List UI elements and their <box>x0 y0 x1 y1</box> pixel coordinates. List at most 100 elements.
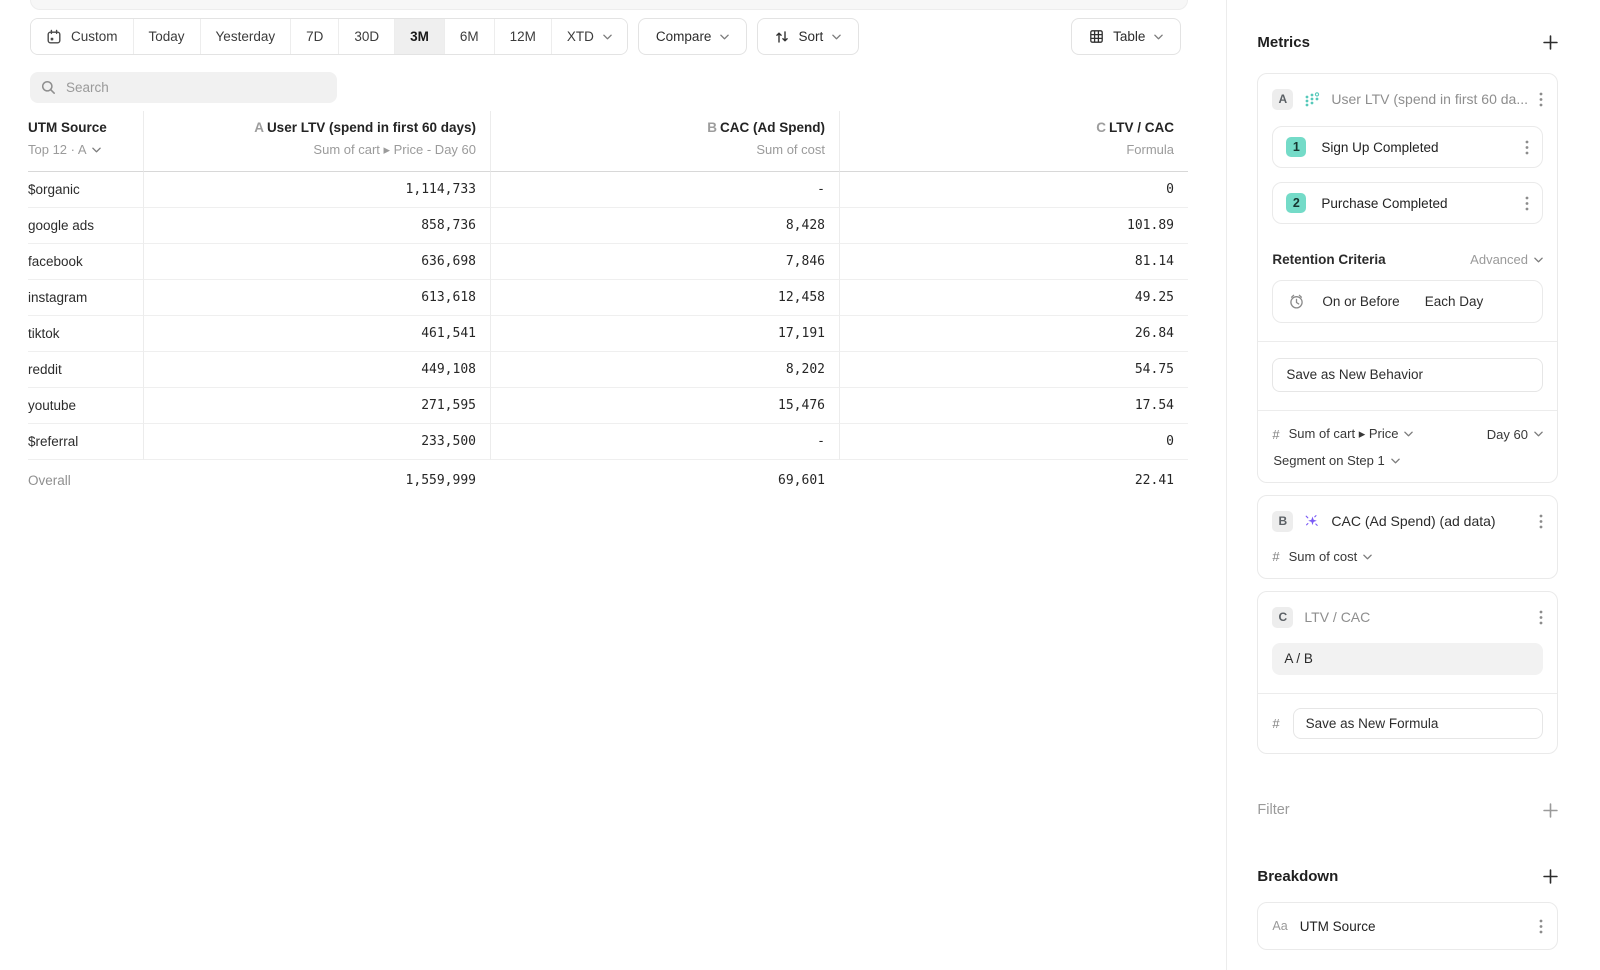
kebab-menu-icon[interactable] <box>1539 919 1543 934</box>
chevron-down-icon <box>603 34 612 40</box>
metric-letter-badge: C <box>1272 607 1293 628</box>
date-range-xtd[interactable]: XTD <box>552 19 627 54</box>
divider <box>1258 341 1557 342</box>
kebab-menu-icon[interactable] <box>1525 140 1529 155</box>
metric-b-header: B CAC (Ad Spend) (ad data) <box>1272 508 1543 534</box>
date-range-30d[interactable]: 30D <box>339 19 395 54</box>
calendar-icon <box>46 29 62 45</box>
date-range-12m[interactable]: 12M <box>495 19 552 54</box>
column-header-metric-c[interactable]: CLTV / CAC Formula <box>839 111 1188 172</box>
table-row[interactable]: $organic 1,114,733 - 0 <box>28 172 1188 208</box>
table-row[interactable]: tiktok 461,541 17,191 26.84 <box>28 316 1188 352</box>
filter-title: Filter <box>1257 802 1289 818</box>
metric-letter-badge: A <box>1272 89 1293 110</box>
query-builder-sidebar: Metrics A User LTV (spend in first 60 da… <box>1226 0 1600 970</box>
date-range-yesterday[interactable]: Yesterday <box>201 19 292 54</box>
formula-save-row: # Save as New Formula <box>1272 708 1543 739</box>
chart-card-bottom-edge <box>30 0 1188 10</box>
chevron-down-icon <box>1534 431 1543 437</box>
metric-c-header: C LTV / CAC <box>1272 604 1543 630</box>
search-icon <box>41 80 56 95</box>
chevron-down-icon <box>1363 554 1372 560</box>
metrics-title: Metrics <box>1257 34 1310 51</box>
main-panel: Custom Today Yesterday 7D 30D 3M 6M 12M … <box>0 0 1226 970</box>
segment-row: Segment on Step 1 <box>1272 453 1543 468</box>
metric-a-header: A User LTV (spend in first 60 da... <box>1272 86 1543 112</box>
kebab-menu-icon[interactable] <box>1539 514 1543 529</box>
measure-property-dropdown[interactable]: Sum of cart ▸ Price <box>1289 426 1414 442</box>
column-header-utm-source[interactable]: UTM Source Top 12 · A <box>28 111 143 172</box>
sort-button[interactable]: Sort <box>757 18 859 55</box>
chevron-down-icon <box>1154 34 1163 40</box>
search-box <box>30 72 337 103</box>
chevron-down-icon <box>832 34 841 40</box>
table-row[interactable]: instagram 613,618 12,458 49.25 <box>28 280 1188 316</box>
divider <box>1258 410 1557 411</box>
metric-letter-badge: B <box>1272 511 1293 532</box>
metric-a-card: A User LTV (spend in first 60 da... 1 Si… <box>1257 73 1558 483</box>
sparkle-icon <box>1304 513 1320 529</box>
breakdown-table: UTM Source Top 12 · A AUser LTV (spend i… <box>28 111 1188 499</box>
filter-section-header: Filter <box>1257 802 1558 818</box>
date-range-6m[interactable]: 6M <box>445 19 495 54</box>
breakdown-property-card[interactable]: Aa UTM Source <box>1257 902 1558 950</box>
criteria-frequency-dropdown[interactable]: Each Day <box>1425 294 1484 309</box>
table-row[interactable]: $referral 233,500 - 0 <box>28 424 1188 460</box>
column-header-metric-b[interactable]: BCAC (Ad Spend) Sum of cost <box>490 111 839 172</box>
step-number-badge: 1 <box>1286 137 1306 157</box>
toolbar: Custom Today Yesterday 7D 30D 3M 6M 12M … <box>30 18 1226 55</box>
retention-mode-dropdown[interactable]: Advanced <box>1470 252 1543 267</box>
kebab-menu-icon[interactable] <box>1539 92 1543 107</box>
metric-c-title: LTV / CAC <box>1304 609 1528 625</box>
chevron-down-icon <box>92 147 101 153</box>
breakdown-section-header: Breakdown <box>1257 868 1558 885</box>
criteria-when-dropdown[interactable]: On or Before <box>1322 294 1399 309</box>
save-as-new-behavior-field[interactable]: Save as New Behavior <box>1272 358 1543 392</box>
behavioral-dots-icon <box>1304 91 1320 107</box>
column-subtitle[interactable]: Top 12 · A <box>28 142 143 158</box>
breakdown-title: Breakdown <box>1257 868 1338 885</box>
date-range-custom[interactable]: Custom <box>31 19 134 54</box>
save-as-new-formula-field[interactable]: Save as New Formula <box>1293 708 1543 739</box>
view-selector-button[interactable]: Table <box>1071 18 1181 55</box>
chevron-down-icon <box>1534 257 1543 263</box>
alarm-clock-icon <box>1288 293 1305 310</box>
window-dropdown[interactable]: Day 60 <box>1487 427 1543 442</box>
kebab-menu-icon[interactable] <box>1539 610 1543 625</box>
compare-button[interactable]: Compare <box>638 18 748 55</box>
measure-row: # Sum of cost <box>1272 549 1543 564</box>
numeric-type-icon: # <box>1272 427 1279 442</box>
add-filter-plus-icon[interactable] <box>1543 803 1558 818</box>
metrics-section-header: Metrics <box>1257 34 1558 51</box>
sort-arrows-icon <box>775 30 789 44</box>
retention-criteria-row: On or Before Each Day <box>1272 280 1543 323</box>
table-grid-icon <box>1089 29 1104 44</box>
table-row[interactable]: reddit 449,108 8,202 54.75 <box>28 352 1188 388</box>
table-header-row: UTM Source Top 12 · A AUser LTV (spend i… <box>28 111 1188 172</box>
table-overall-row: Overall 1,559,999 69,601 22.41 <box>28 463 1188 499</box>
column-header-metric-a[interactable]: AUser LTV (spend in first 60 days) Sum o… <box>143 111 490 172</box>
step-number-badge: 2 <box>1286 193 1306 213</box>
date-range-today[interactable]: Today <box>134 19 201 54</box>
measure-property-dropdown[interactable]: Sum of cost <box>1289 549 1373 564</box>
formula-input[interactable]: A / B <box>1272 643 1543 675</box>
metric-b-title: CAC (Ad Spend) (ad data) <box>1331 513 1528 529</box>
chevron-down-icon <box>720 34 729 40</box>
search-input[interactable] <box>66 80 326 95</box>
kebab-menu-icon[interactable] <box>1525 196 1529 211</box>
retention-criteria-header: Retention Criteria Advanced <box>1272 252 1543 267</box>
table-row[interactable]: google ads 858,736 8,428 101.89 <box>28 208 1188 244</box>
segment-dropdown[interactable]: Segment on Step 1 <box>1273 453 1399 468</box>
string-type-icon: Aa <box>1272 919 1287 933</box>
table-row[interactable]: facebook 636,698 7,846 81.14 <box>28 244 1188 280</box>
behavior-step-2[interactable]: 2 Purchase Completed <box>1272 182 1543 224</box>
chevron-down-icon <box>1391 458 1400 464</box>
date-range-3m[interactable]: 3M <box>395 19 445 54</box>
numeric-type-icon: # <box>1272 549 1279 564</box>
date-range-7d[interactable]: 7D <box>291 19 339 54</box>
behavior-step-1[interactable]: 1 Sign Up Completed <box>1272 126 1543 168</box>
table-row[interactable]: youtube 271,595 15,476 17.54 <box>28 388 1188 424</box>
date-range-control: Custom Today Yesterday 7D 30D 3M 6M 12M … <box>30 18 628 55</box>
add-metric-plus-icon[interactable] <box>1543 35 1558 50</box>
add-breakdown-plus-icon[interactable] <box>1543 869 1558 884</box>
